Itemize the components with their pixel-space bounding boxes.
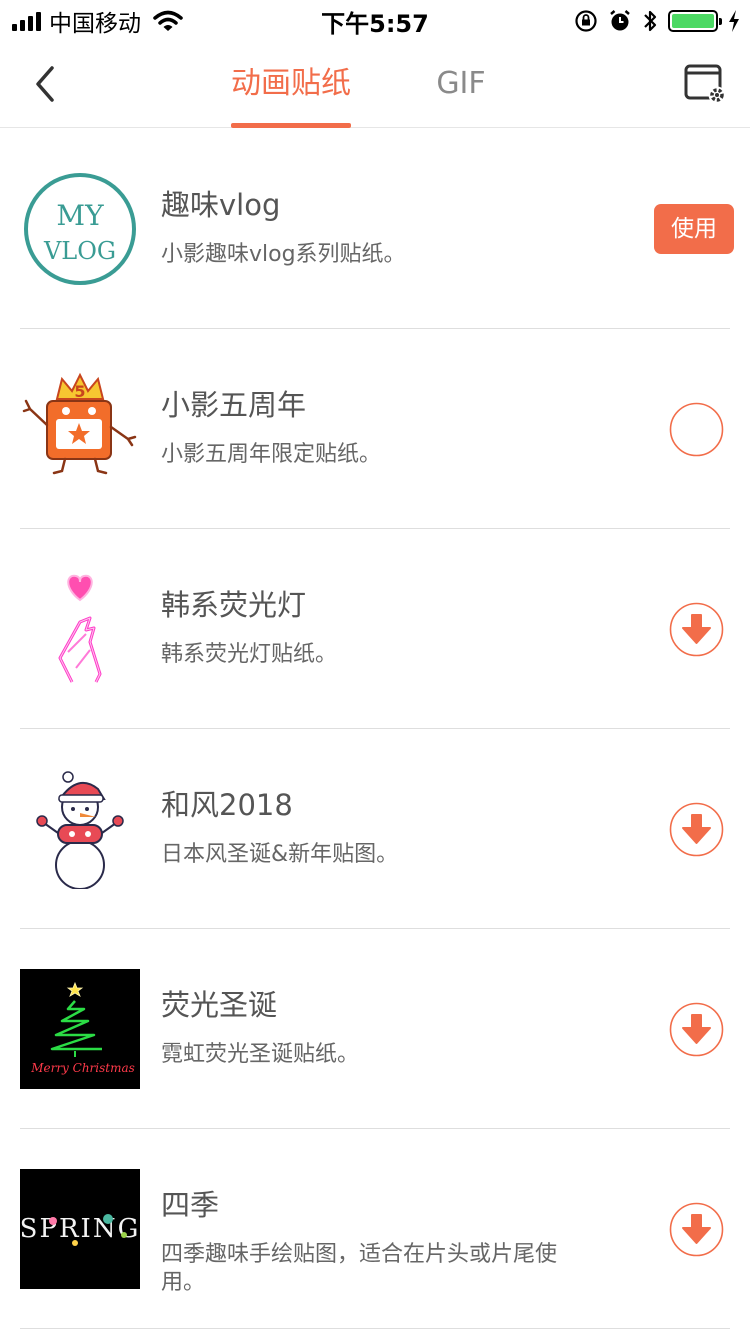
active-tab-indicator — [231, 123, 351, 128]
neon-heart-sticker-thumbnail — [58, 574, 102, 683]
sticker-title: 荧光圣诞 — [161, 988, 278, 1022]
anniversary-sticker-thumbnail: 5 — [22, 372, 137, 475]
download-icon[interactable] — [669, 802, 724, 857]
alarm-icon — [610, 10, 630, 31]
charging-icon — [729, 10, 739, 32]
sticker-title: 趣味vlog — [161, 188, 281, 222]
tab-gif[interactable]: GIF — [420, 64, 502, 104]
rotation-lock-icon — [575, 10, 597, 32]
list-item[interactable]: MY VLOG 趣味vlog 小影趣味vlog系列贴纸。 使用 — [0, 129, 750, 329]
sticker-description: 日本风圣诞&新年贴图。 — [161, 842, 399, 867]
download-progress-icon[interactable] — [669, 402, 724, 457]
thumb-text-vlog: VLOG — [43, 237, 116, 265]
download-icon[interactable] — [669, 602, 724, 657]
sticker-description: 霓虹荧光圣诞贴纸。 — [161, 1042, 360, 1067]
list-item[interactable]: Merry Christmas 荧光圣诞 霓虹荧光圣诞贴纸。 — [0, 929, 750, 1129]
use-button[interactable]: 使用 — [654, 204, 734, 254]
list-item[interactable]: 韩系荧光灯 韩系荧光灯贴纸。 — [0, 529, 750, 729]
bluetooth-icon — [644, 10, 657, 32]
list-item[interactable]: 5 小影五周年 小影五周年限定贴纸。 — [0, 329, 750, 529]
thumb-text-spring: SPRING — [20, 1214, 140, 1244]
status-right — [574, 6, 740, 36]
status-bar: 中国移动 下午5:57 — [0, 0, 750, 40]
thumb-text-my: MY — [56, 199, 104, 232]
vlog-sticker-thumbnail: MY VLOG — [24, 173, 136, 285]
tab-animated-stickers[interactable]: 动画贴纸 — [231, 64, 351, 104]
sticker-description: 小影趣味vlog系列贴纸。 — [161, 242, 406, 267]
tab-bar: 动画贴纸 GIF — [0, 40, 750, 128]
sticker-description: 韩系荧光灯贴纸。 — [161, 642, 338, 667]
spring-sticker-thumbnail: SPRING — [20, 1169, 140, 1289]
snowman-sticker-thumbnail — [36, 771, 124, 889]
manage-settings-icon[interactable] — [684, 64, 726, 104]
thumb-text-merry-christmas: Merry Christmas — [30, 1061, 135, 1075]
sticker-title: 四季 — [161, 1188, 220, 1222]
neon-christmas-sticker-thumbnail: Merry Christmas — [20, 969, 140, 1089]
list-item[interactable]: 和风2018 日本风圣诞&新年贴图。 — [0, 729, 750, 929]
thumb-text-5: 5 — [74, 382, 85, 401]
sticker-title: 小影五周年 — [161, 388, 307, 422]
sticker-title: 韩系荧光灯 — [161, 588, 307, 622]
list-item[interactable]: SPRING 四季 四季趣味手绘贴图，适合在片头或片尾使用。 — [0, 1129, 750, 1329]
sticker-title: 和风2018 — [161, 788, 293, 822]
battery-icon — [668, 10, 722, 32]
nav-bar: 动画贴纸 GIF — [0, 40, 750, 128]
download-icon[interactable] — [669, 1002, 724, 1057]
sticker-list: MY VLOG 趣味vlog 小影趣味vlog系列贴纸。 使用 5 小影五周年 … — [0, 129, 750, 1329]
sticker-description: 小影五周年限定贴纸。 — [161, 442, 382, 467]
download-icon[interactable] — [669, 1202, 724, 1257]
sticker-description: 四季趣味手绘贴图，适合在片头或片尾使用。 — [161, 1242, 558, 1295]
